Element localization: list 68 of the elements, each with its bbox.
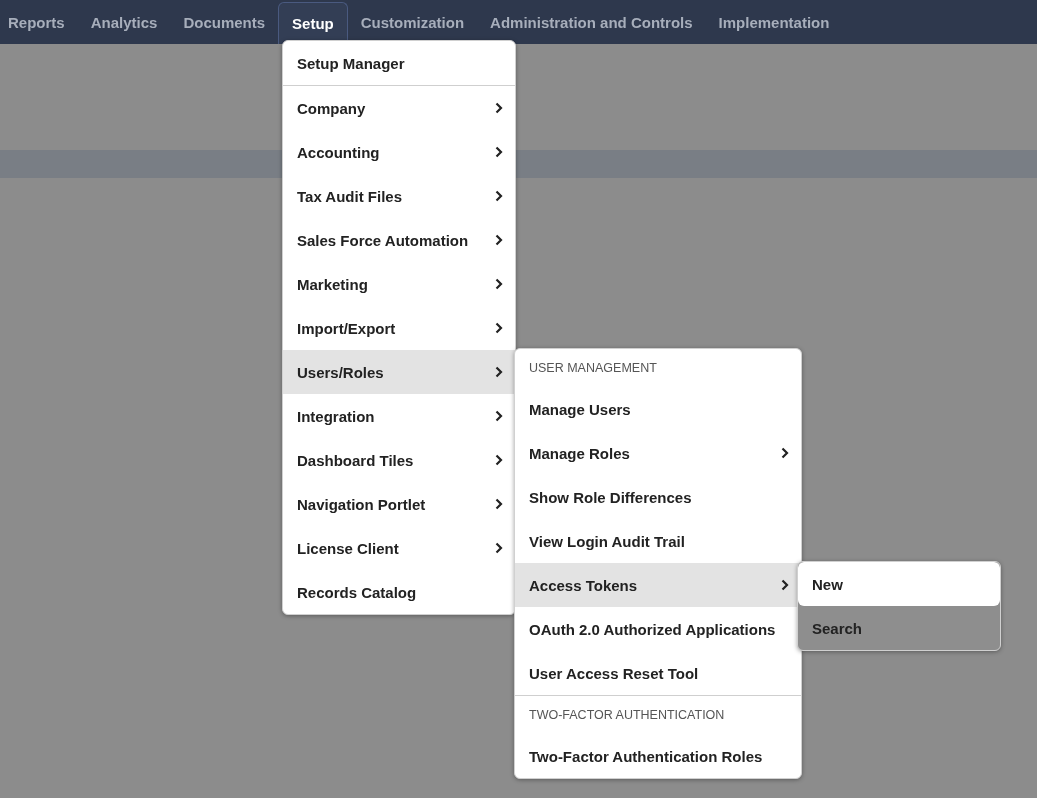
menu-item-label: Users/Roles — [297, 363, 384, 381]
chevron-right-icon — [495, 542, 503, 554]
menu-item[interactable]: Setup Manager — [283, 41, 515, 85]
chevron-right-icon — [495, 234, 503, 246]
menu-item-label: Marketing — [297, 275, 368, 293]
menu-item[interactable]: Sales Force Automation — [283, 218, 515, 262]
chevron-right-icon — [781, 579, 789, 591]
nav-tab[interactable]: Administration and Controls — [477, 0, 706, 44]
menu-item-label: Accounting — [297, 143, 380, 161]
nav-tab[interactable]: Documents — [170, 0, 279, 44]
menu-item-label: Tax Audit Files — [297, 187, 402, 205]
menu-item[interactable]: License Client — [283, 526, 515, 570]
menu-item[interactable]: OAuth 2.0 Authorized Applications — [515, 607, 801, 651]
nav-tab[interactable]: Customization — [347, 0, 478, 44]
menu-item-label: Navigation Portlet — [297, 495, 426, 513]
menu-item[interactable]: Import/Export — [283, 306, 515, 350]
menu-item-label: Show Role Differences — [529, 488, 692, 506]
nav-tab[interactable]: Reports — [0, 0, 78, 44]
menu-section-header: USER MANAGEMENT — [528, 360, 658, 377]
menu-item[interactable]: View Login Audit Trail — [515, 519, 801, 563]
chevron-right-icon — [495, 322, 503, 334]
chevron-right-icon — [495, 410, 503, 422]
menu-item-label: Company — [297, 99, 366, 117]
menu-item[interactable]: Marketing — [283, 262, 515, 306]
menu-item-label: View Login Audit Trail — [529, 532, 685, 550]
menu-item[interactable]: User Access Reset Tool — [515, 651, 801, 695]
menu-item[interactable]: Show Role Differences — [515, 475, 801, 519]
chevron-right-icon — [495, 454, 503, 466]
menu-item[interactable]: Search — [798, 606, 1000, 650]
menu-item-label: Sales Force Automation — [297, 231, 469, 249]
chevron-right-icon — [495, 366, 503, 378]
chevron-right-icon — [495, 278, 503, 290]
chevron-right-icon — [495, 102, 503, 114]
menu-item-label: Integration — [297, 407, 375, 425]
menu-item[interactable]: New — [798, 562, 1000, 606]
menu-item-label: Access Tokens — [529, 576, 638, 594]
menu-item-label: License Client — [297, 539, 399, 557]
chevron-right-icon — [781, 447, 789, 459]
menu-item-label: User Access Reset Tool — [529, 664, 699, 682]
chevron-right-icon — [495, 146, 503, 158]
menu-item-label: Setup Manager — [297, 54, 405, 72]
nav-tab[interactable]: Analytics — [77, 0, 171, 44]
menu-item[interactable]: Dashboard Tiles — [283, 438, 515, 482]
menu-item-label: New — [812, 575, 843, 593]
menu-item[interactable]: Manage Roles — [515, 431, 801, 475]
menu-item[interactable]: Manage Users — [515, 387, 801, 431]
chevron-right-icon — [495, 498, 503, 510]
menu-item-label: Import/Export — [297, 319, 396, 337]
menu-item[interactable]: Company — [283, 85, 515, 130]
menu-item[interactable]: Access Tokens — [515, 563, 801, 607]
menu-item[interactable]: Integration — [283, 394, 515, 438]
menu-section-header: TWO-FACTOR AUTHENTICATION — [515, 695, 801, 734]
menu-item-label: Manage Users — [529, 400, 631, 418]
menu-item[interactable]: Two-Factor Authentication Roles — [515, 734, 801, 778]
menu-item-label: Manage Roles — [529, 444, 630, 462]
menu-item[interactable]: Accounting — [283, 130, 515, 174]
menu-item-label: OAuth 2.0 Authorized Applications — [529, 620, 776, 638]
menu-item[interactable]: Records Catalog — [283, 570, 515, 614]
menu-item[interactable]: Navigation Portlet — [283, 482, 515, 526]
menu-item[interactable]: Users/Roles — [283, 350, 515, 394]
menu-item[interactable]: Tax Audit Files — [283, 174, 515, 218]
chevron-right-icon — [495, 190, 503, 202]
nav-tab[interactable]: Setup — [278, 2, 348, 44]
menu-item-label: Dashboard Tiles — [297, 451, 414, 469]
nav-tab[interactable]: Implementation — [705, 0, 843, 44]
menu-item-label: Two-Factor Authentication Roles — [529, 747, 763, 765]
menu-item-label: Search — [812, 619, 863, 637]
menu-item-label: Records Catalog — [297, 583, 417, 601]
